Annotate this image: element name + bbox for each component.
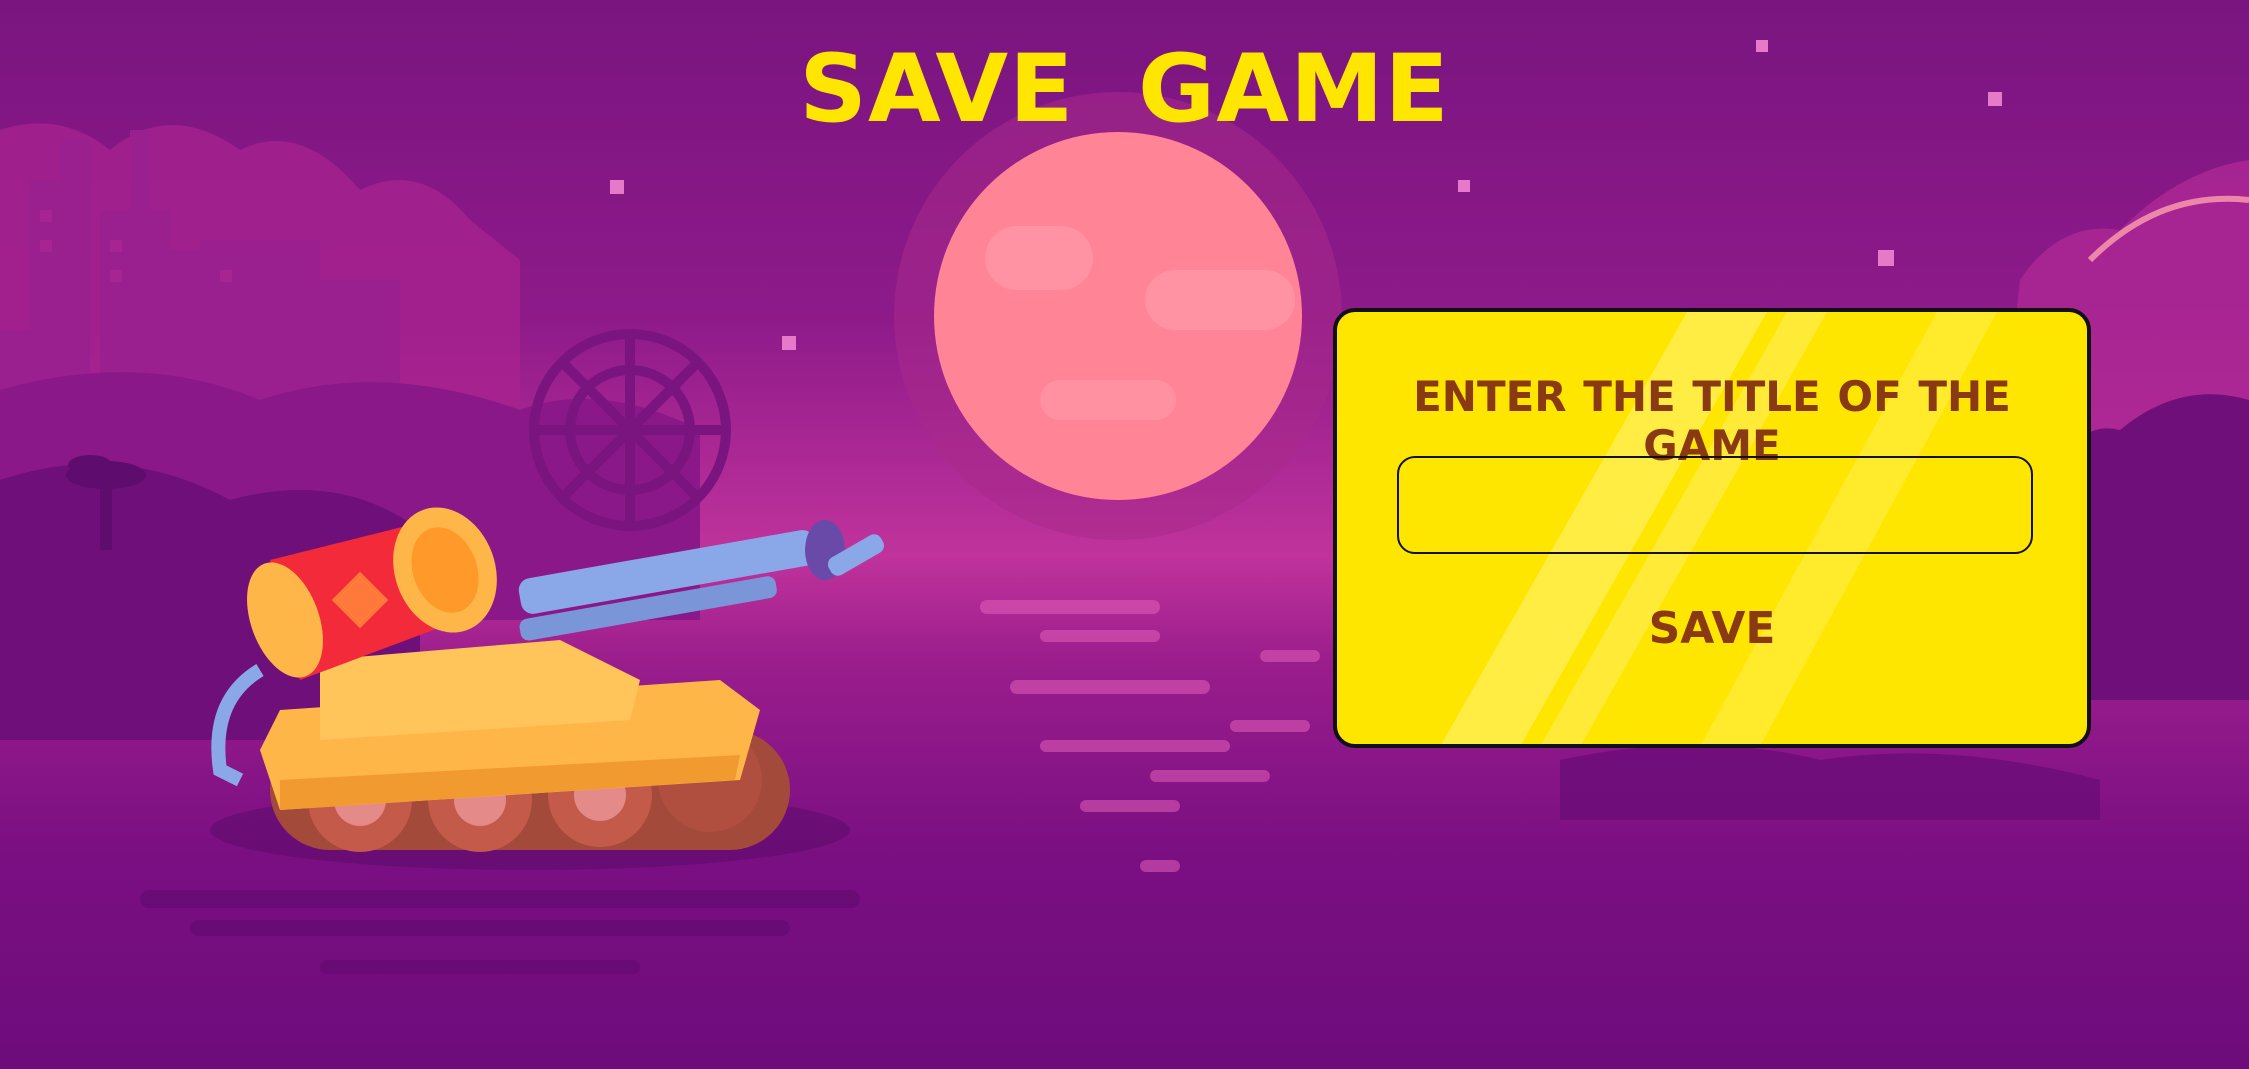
- ground-shadow: [140, 890, 860, 974]
- water-reflections: [980, 600, 1320, 872]
- tank-cannon: [518, 520, 885, 641]
- page-title: SAVE GAME: [799, 35, 1450, 144]
- tank-sprite: [210, 507, 885, 870]
- save-game-screen: SAVE GAME ENTER THE TITLE OF THE GAME SA…: [0, 0, 2249, 1069]
- save-button[interactable]: SAVE: [1592, 588, 1832, 668]
- save-dialog: ENTER THE TITLE OF THE GAME SAVE: [1333, 308, 2091, 748]
- game-title-input[interactable]: [1397, 456, 2033, 554]
